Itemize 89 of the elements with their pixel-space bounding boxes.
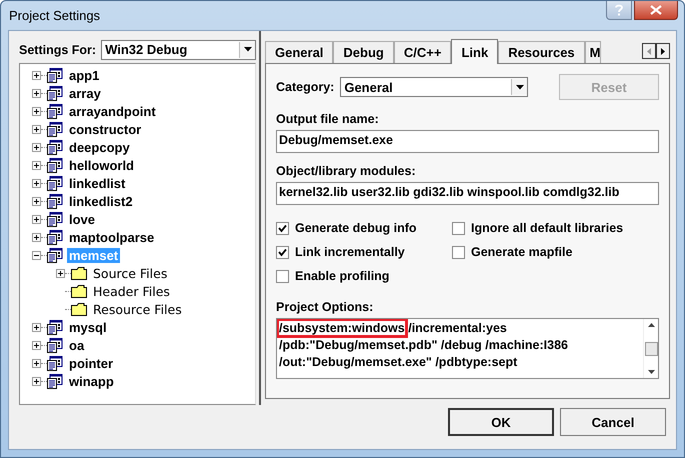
close-icon bbox=[650, 5, 662, 15]
tree-item[interactable]: Source Files bbox=[91, 266, 170, 282]
category-label: Category: bbox=[276, 80, 334, 94]
category-dropdown[interactable]: General bbox=[340, 77, 528, 97]
up-arrow-icon bbox=[648, 323, 654, 327]
project-icon bbox=[47, 86, 63, 102]
project-icon bbox=[47, 356, 63, 372]
project-icon bbox=[47, 140, 63, 156]
project-icon bbox=[47, 158, 63, 174]
tree-item[interactable]: linkedlist bbox=[67, 176, 128, 192]
expand-icon[interactable] bbox=[32, 323, 41, 332]
checkbox[interactable]: Enable profiling bbox=[276, 269, 452, 283]
project-icon bbox=[47, 320, 63, 336]
tree-item[interactable]: helloworld bbox=[67, 158, 136, 174]
tree-item[interactable]: app1 bbox=[67, 68, 102, 84]
expand-icon[interactable] bbox=[32, 125, 41, 134]
checkbox[interactable]: Link incrementally bbox=[276, 245, 452, 259]
tree-item[interactable]: arrayandpoint bbox=[67, 104, 158, 120]
help-icon bbox=[614, 4, 624, 16]
tree-item[interactable]: maptoolparse bbox=[67, 230, 156, 246]
project-icon bbox=[47, 212, 63, 228]
expand-icon[interactable] bbox=[32, 359, 41, 368]
scroll-right-button[interactable] bbox=[656, 43, 670, 59]
settings-for-label: Settings For: bbox=[19, 42, 96, 57]
folder-icon bbox=[71, 285, 87, 298]
tree-item[interactable]: linkedlist2 bbox=[67, 194, 135, 210]
tree-item[interactable]: array bbox=[67, 86, 103, 102]
tab[interactable]: M bbox=[584, 41, 601, 63]
project-icon bbox=[47, 122, 63, 138]
help-button[interactable] bbox=[606, 1, 632, 20]
tab[interactable]: General bbox=[265, 41, 334, 63]
tree-item[interactable]: mysql bbox=[67, 320, 109, 336]
dropdown-arrow-icon bbox=[516, 84, 524, 90]
checkmark-icon bbox=[278, 224, 287, 232]
cancel-button[interactable]: Cancel bbox=[560, 408, 666, 436]
expand-icon[interactable] bbox=[32, 197, 41, 206]
tab[interactable]: Link bbox=[451, 39, 498, 64]
project-options-label: Project Options: bbox=[276, 300, 374, 314]
right-arrow-icon bbox=[661, 48, 665, 54]
tree-item[interactable]: love bbox=[67, 212, 98, 228]
ok-button[interactable]: OK bbox=[448, 408, 554, 436]
left-arrow-icon bbox=[647, 48, 651, 54]
tree-item[interactable]: constructor bbox=[67, 122, 144, 138]
modules-label: Object/library modules: bbox=[276, 164, 417, 178]
down-arrow-icon bbox=[648, 370, 654, 374]
checkmark-icon bbox=[278, 248, 287, 256]
tree-item[interactable]: Resource Files bbox=[91, 302, 184, 318]
tree-item[interactable]: pointer bbox=[67, 356, 116, 372]
tab[interactable]: C/C++ bbox=[394, 41, 452, 63]
tab[interactable]: Resources bbox=[498, 41, 585, 63]
folder-icon bbox=[71, 303, 87, 316]
project-icon bbox=[47, 230, 63, 246]
scroll-left-button[interactable] bbox=[642, 43, 656, 59]
tree-item[interactable]: deepcopy bbox=[67, 140, 132, 156]
tree-item[interactable]: Header Files bbox=[91, 284, 172, 300]
scrollbar[interactable] bbox=[643, 319, 658, 378]
dropdown-arrow-icon bbox=[244, 47, 252, 52]
expand-icon[interactable] bbox=[32, 179, 41, 188]
expand-icon[interactable] bbox=[32, 107, 41, 116]
expand-icon[interactable] bbox=[32, 89, 41, 98]
close-button[interactable] bbox=[634, 1, 678, 20]
tree-item[interactable]: winapp bbox=[67, 374, 116, 390]
expand-icon[interactable] bbox=[32, 215, 41, 224]
window-title: Project Settings bbox=[9, 8, 100, 23]
expand-icon[interactable] bbox=[32, 377, 41, 386]
tree-item[interactable]: oa bbox=[67, 338, 86, 354]
expand-icon[interactable] bbox=[32, 161, 41, 170]
expand-icon[interactable] bbox=[32, 341, 41, 350]
expand-icon[interactable] bbox=[56, 269, 65, 278]
checkbox[interactable]: Generate debug info bbox=[276, 221, 452, 235]
project-icon bbox=[47, 194, 63, 210]
checkbox[interactable]: Ignore all default libraries bbox=[452, 221, 659, 235]
checkbox[interactable]: Generate mapfile bbox=[452, 245, 659, 259]
output-file-label: Output file name: bbox=[276, 112, 380, 126]
collapse-icon[interactable] bbox=[32, 251, 41, 260]
expand-icon[interactable] bbox=[32, 71, 41, 80]
project-icon bbox=[47, 248, 63, 264]
project-icon bbox=[47, 104, 63, 120]
project-icon bbox=[47, 176, 63, 192]
expand-icon[interactable] bbox=[32, 143, 41, 152]
project-icon bbox=[47, 338, 63, 354]
project-icon bbox=[47, 374, 63, 390]
configuration-dropdown[interactable]: Win32 Debug bbox=[101, 40, 256, 60]
project-icon bbox=[47, 68, 63, 84]
modules-field[interactable]: kernel32.lib user32.lib gdi32.lib winspool.lib comdlg32.lib bbox=[276, 182, 659, 205]
output-file-field[interactable]: Debug/memset.exe bbox=[276, 130, 659, 153]
expand-icon[interactable] bbox=[32, 233, 41, 242]
folder-icon bbox=[71, 267, 87, 280]
tab[interactable]: Debug bbox=[333, 41, 394, 63]
